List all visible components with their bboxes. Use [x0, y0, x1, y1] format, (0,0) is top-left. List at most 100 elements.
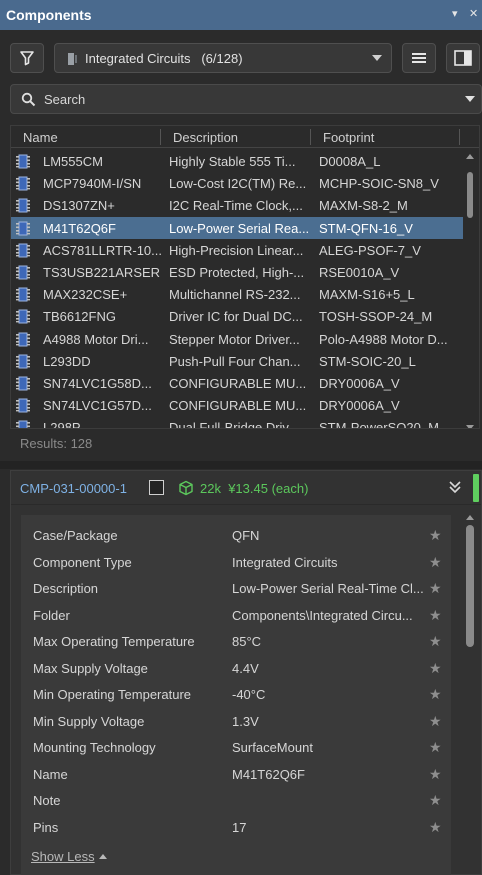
table-row[interactable]: MAX232CSE+ Multichannel RS-232... MAXM-S16…	[11, 283, 463, 305]
column-divider[interactable]	[459, 129, 460, 145]
search-options-chevron-icon[interactable]	[465, 96, 475, 102]
favorite-star-icon[interactable]: ★	[429, 713, 442, 730]
favorite-star-icon[interactable]: ★	[429, 527, 442, 544]
table-row[interactable]: SN74LVC1G58D... CONFIGURABLE MU... DRY0006…	[11, 372, 463, 394]
cell-description: CONFIGURABLE MU...	[169, 398, 307, 414]
favorite-star-icon[interactable]: ★	[429, 580, 442, 597]
cell-name: LM555CM	[43, 154, 103, 169]
grid-scrollbar[interactable]	[463, 150, 477, 428]
favorite-star-icon[interactable]: ★	[429, 686, 442, 703]
cell-description: Multichannel RS-232...	[169, 287, 301, 303]
cell-description: Driver IC for Dual DC...	[169, 309, 303, 325]
table-row[interactable]: LM555CM Highly Stable 555 Ti... D0008A_L	[11, 150, 463, 172]
filter-icon	[20, 51, 34, 66]
layout-toggle-button[interactable]	[446, 43, 480, 73]
property-name: Mounting Technology	[33, 740, 156, 755]
properties-scroll-up-icon[interactable]	[466, 515, 474, 520]
cell-description: I2C Real-Time Clock,...	[169, 198, 303, 214]
property-value: 17	[232, 819, 247, 835]
favorite-star-icon[interactable]: ★	[429, 792, 442, 809]
cell-description: Push-Pull Four Chan...	[169, 353, 301, 369]
property-row: Note ★	[21, 788, 451, 814]
cell-name: MAX232CSE+	[43, 287, 128, 303]
category-dropdown[interactable]: Integrated Circuits (6/128)	[54, 43, 392, 73]
cell-description: Low-Power Serial Rea...	[169, 220, 310, 236]
ic-component-icon	[16, 398, 30, 413]
chevron-up-icon	[98, 854, 107, 859]
favorite-star-icon[interactable]: ★	[429, 766, 442, 783]
favorite-star-icon[interactable]: ★	[429, 633, 442, 650]
close-icon[interactable]: ✕	[469, 7, 478, 20]
panel-title-bar: Components ▾ ✕	[0, 0, 482, 30]
cell-footprint: MAXM-S8-2_M	[319, 198, 408, 214]
cell-description: ESD Protected, High-...	[169, 264, 305, 280]
property-name: Case/Package	[33, 528, 118, 543]
chevron-down-icon	[372, 55, 382, 61]
property-row: Max Supply Voltage 4.4V ★	[21, 656, 451, 682]
favorite-star-icon[interactable]: ★	[429, 554, 442, 571]
column-divider[interactable]	[160, 129, 161, 145]
cell-footprint: STM-PowerSO20_M	[319, 420, 439, 429]
scroll-up-arrow-icon[interactable]	[466, 154, 474, 159]
cell-footprint: STM-QFN-16_V	[319, 220, 413, 236]
filter-button[interactable]	[10, 43, 44, 73]
cell-name: DS1307ZN+	[43, 198, 115, 214]
ic-component-icon	[16, 221, 30, 236]
cell-footprint: Polo-A4988 Motor D...	[319, 331, 448, 347]
scrollbar-thumb[interactable]	[467, 172, 473, 218]
search-input[interactable]: Search	[10, 84, 482, 114]
show-less-link[interactable]: Show Less	[31, 849, 107, 864]
favorite-star-icon[interactable]: ★	[429, 660, 442, 677]
ic-component-icon	[16, 198, 30, 213]
table-row[interactable]: TS3USB221ARSER ESD Protected, High-... RSE…	[11, 261, 463, 283]
column-header-name[interactable]: Name	[23, 130, 58, 145]
property-name: Component Type	[33, 554, 132, 570]
property-name: Max Supply Voltage	[33, 660, 148, 676]
property-row: Component Type Integrated Circuits ★	[21, 550, 451, 576]
favorite-star-icon[interactable]: ★	[429, 607, 442, 624]
property-name: Min Operating Temperature	[33, 687, 192, 702]
table-row[interactable]: ACS781LLRTR-10... High-Precision Linear..…	[11, 239, 463, 261]
grid-rows: LM555CM Highly Stable 555 Ti... D0008A_L MC…	[11, 150, 463, 429]
cell-footprint: TOSH-SSOP-24_M	[319, 309, 433, 325]
column-header-description[interactable]: Description	[173, 130, 238, 145]
table-row[interactable]: DS1307ZN+ I2C Real-Time Clock,... MAXM-S8-…	[11, 194, 463, 216]
favorite-star-icon[interactable]: ★	[429, 819, 442, 836]
table-row[interactable]: L293DD Push-Pull Four Chan... STM-SOIC-20_…	[11, 350, 463, 372]
ic-component-icon	[16, 176, 30, 191]
ic-component-icon	[16, 420, 30, 428]
menu-button[interactable]	[402, 43, 436, 73]
table-row[interactable]: M41T62Q6F Low-Power Serial Rea... STM-QFN-…	[11, 216, 463, 239]
ic-category-icon	[68, 53, 77, 65]
compare-checkbox[interactable]	[149, 480, 164, 495]
table-row[interactable]: SN74LVC1G57D... CONFIGURABLE MU... DRY0006…	[11, 394, 463, 416]
search-icon	[21, 92, 36, 107]
cell-footprint: D0008A_L	[319, 154, 381, 169]
favorite-star-icon[interactable]: ★	[429, 739, 442, 756]
panel-title: Components	[6, 7, 92, 23]
category-label: Integrated Circuits (6/128)	[85, 51, 243, 66]
panel-menu-arrow-icon[interactable]: ▾	[452, 7, 458, 20]
properties-scrollbar-thumb[interactable]	[466, 525, 474, 647]
table-row[interactable]: A4988 Motor Dri... Stepper Motor Driver..…	[11, 328, 463, 350]
cell-name: L298P	[43, 420, 81, 429]
table-row[interactable]: TB6612FNG Driver IC for Dual DC... TOSH-SS…	[11, 305, 463, 327]
column-divider[interactable]	[310, 129, 311, 145]
collapse-chevron-icon[interactable]	[448, 480, 462, 494]
table-row[interactable]: MCP7940M-I/SN Low-Cost I2C(TM) Re... MCHP-…	[11, 172, 463, 194]
table-row[interactable]: L298P Dual Full-Bridge Driv... STM-PowerSO…	[11, 416, 463, 429]
property-row: Mounting Technology SurfaceMount ★	[21, 735, 451, 761]
component-id-link[interactable]: CMP-031-00000-1	[20, 481, 127, 496]
cell-description: Stepper Motor Driver...	[169, 331, 300, 347]
panel-splitter[interactable]	[0, 461, 482, 469]
cell-name: TB6612FNG	[43, 309, 116, 325]
property-row: Max Operating Temperature 85°C ★	[21, 629, 451, 655]
search-placeholder: Search	[44, 92, 86, 107]
ic-component-icon	[16, 309, 30, 324]
ic-component-icon	[16, 265, 30, 280]
cell-name: M41T62Q6F	[43, 220, 116, 236]
property-row: Name M41T62Q6F ★	[21, 762, 451, 788]
scroll-down-arrow-icon[interactable]	[466, 425, 474, 428]
cell-name: SN74LVC1G58D...	[43, 375, 152, 391]
column-header-footprint[interactable]: Footprint	[323, 130, 374, 145]
